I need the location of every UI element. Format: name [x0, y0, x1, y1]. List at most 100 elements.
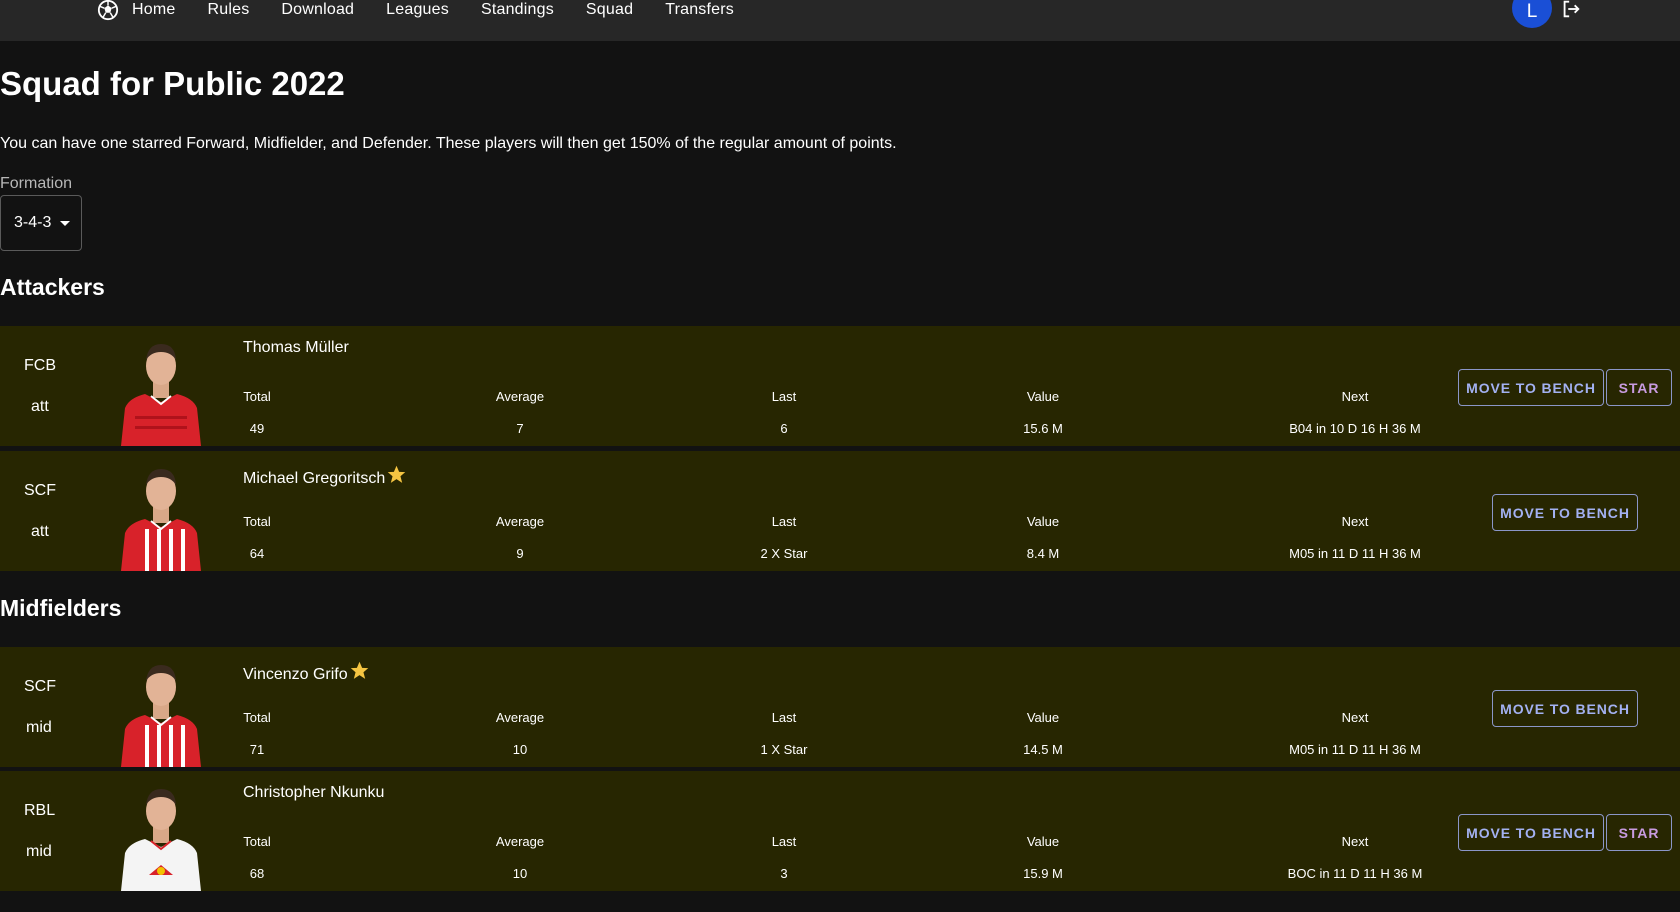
nav-transfers[interactable]: Transfers — [665, 1, 734, 19]
star-button[interactable]: STAR — [1606, 814, 1672, 851]
position-code: mid — [26, 719, 52, 736]
stat-value: 64 — [249, 546, 265, 561]
stat-value: M05 in 11 D 11 H 36 M — [1289, 742, 1421, 757]
stat-label: Last — [771, 834, 797, 849]
stat-label: Average — [495, 514, 545, 529]
position-code: mid — [26, 843, 52, 860]
player-name: Christopher Nkunku — [243, 784, 385, 801]
move-to-bench-button[interactable]: MOVE TO BENCH — [1492, 690, 1638, 727]
formation-value: 3-4-3 — [14, 214, 52, 231]
player-name: Michael Gregoritsch — [243, 464, 407, 488]
stat-value: 15.6 M — [1023, 421, 1063, 436]
position-code: att — [31, 523, 49, 540]
stat-value: M05 in 11 D 11 H 36 M — [1289, 546, 1421, 561]
stat-value: Value 15.9 M — [943, 834, 1143, 881]
stat-next: Next B04 in 10 D 16 H 36 M — [1255, 389, 1455, 436]
stat-last: Last 6 — [684, 389, 884, 436]
stat-total: Total 68 — [157, 834, 357, 881]
stat-label: Total — [243, 834, 271, 849]
section-heading: Midfielders — [0, 595, 122, 621]
stat-last: Last 2 X Star — [684, 514, 884, 561]
stat-label: Total — [243, 514, 271, 529]
nav-standings[interactable]: Standings — [481, 1, 554, 19]
stat-last: Last 3 — [684, 834, 884, 881]
nav-leagues[interactable]: Leagues — [386, 1, 449, 19]
stat-label: Last — [771, 710, 797, 725]
formation-select[interactable]: 3-4-3 — [0, 195, 82, 251]
nav-home[interactable]: Home — [132, 1, 175, 19]
stat-next: Next M05 in 11 D 11 H 36 M — [1255, 710, 1455, 757]
stat-average: Average 7 — [420, 389, 620, 436]
page-title: Squad for Public 2022 — [0, 65, 345, 102]
stat-average: Average 10 — [420, 710, 620, 757]
stat-label: Total — [243, 389, 271, 404]
formation-label: Formation — [0, 175, 73, 192]
move-to-bench-button[interactable]: MOVE TO BENCH — [1492, 494, 1638, 531]
stat-value: Value 8.4 M — [943, 514, 1143, 561]
stat-value: 68 — [249, 866, 265, 881]
stat-value: 7 — [516, 421, 524, 436]
stat-value: 8.4 M — [1026, 546, 1060, 561]
stat-label: Average — [495, 389, 545, 404]
stat-value: 6 — [780, 421, 788, 436]
stat-label: Next — [1341, 514, 1369, 529]
top-app-bar: Home Rules Download Leagues Standings Sq… — [0, 0, 1680, 41]
stat-total: Total 71 — [157, 710, 357, 757]
main-nav: Home Rules Download Leagues Standings Sq… — [97, 0, 766, 21]
star-button[interactable]: STAR — [1606, 369, 1672, 406]
stat-label: Value — [1026, 389, 1060, 404]
player-row: SCF att Michael Gregoritsch Total 64 Average 9… — [0, 451, 1680, 571]
stat-value: Value 15.6 M — [943, 389, 1143, 436]
stat-label: Last — [771, 514, 797, 529]
player-name: Vincenzo Grifo — [243, 660, 370, 684]
page-description: You can have one starred Forward, Midfie… — [0, 135, 897, 152]
stat-value: Value 14.5 M — [943, 710, 1143, 757]
star-icon — [388, 465, 406, 483]
club-code: RBL — [24, 802, 56, 819]
stat-value: 2 X Star — [760, 546, 808, 561]
nav-download[interactable]: Download — [281, 1, 354, 19]
club-code: SCF — [24, 482, 56, 499]
stat-next: Next BOC in 11 D 11 H 36 M — [1255, 834, 1455, 881]
soccer-ball-icon[interactable] — [97, 0, 119, 21]
stat-label: Average — [495, 834, 545, 849]
position-code: att — [31, 398, 49, 415]
stat-value: 9 — [516, 546, 524, 561]
stat-label: Value — [1026, 514, 1060, 529]
stat-average: Average 9 — [420, 514, 620, 561]
avatar[interactable]: L — [1512, 0, 1552, 28]
nav-squad[interactable]: Squad — [586, 1, 633, 19]
stat-value: 71 — [249, 742, 265, 757]
stat-next: Next M05 in 11 D 11 H 36 M — [1255, 514, 1455, 561]
move-to-bench-button[interactable]: MOVE TO BENCH — [1458, 814, 1604, 851]
stat-label: Value — [1026, 834, 1060, 849]
star-icon — [350, 661, 368, 679]
player-row: RBL mid Christopher Nkunku Total 68 Average 10… — [0, 771, 1680, 891]
stat-total: Total 49 — [157, 389, 357, 436]
stat-value: 1 X Star — [760, 742, 808, 757]
logout-icon[interactable] — [1560, 0, 1582, 20]
stat-average: Average 10 — [420, 834, 620, 881]
stat-last: Last 1 X Star — [684, 710, 884, 757]
stat-label: Total — [243, 710, 271, 725]
stat-label: Last — [771, 389, 797, 404]
stat-label: Average — [495, 710, 545, 725]
section-heading: Attackers — [0, 274, 105, 300]
stat-value: 15.9 M — [1023, 866, 1063, 881]
club-code: FCB — [24, 357, 56, 374]
stat-value: 10 — [512, 742, 528, 757]
stat-value: 3 — [780, 866, 788, 881]
stat-label: Next — [1341, 389, 1369, 404]
stat-value: 14.5 M — [1023, 742, 1063, 757]
player-name: Thomas Müller — [243, 339, 349, 356]
stat-value: 49 — [249, 421, 265, 436]
club-code: SCF — [24, 678, 56, 695]
stat-value: BOC in 11 D 11 H 36 M — [1287, 866, 1423, 881]
player-row: FCB att Thomas Müller Total 49 Average 7 Last 6 V… — [0, 326, 1680, 446]
move-to-bench-button[interactable]: MOVE TO BENCH — [1458, 369, 1604, 406]
nav-rules[interactable]: Rules — [207, 1, 249, 19]
stat-label: Next — [1341, 710, 1369, 725]
stat-label: Next — [1341, 834, 1369, 849]
chevron-down-icon — [60, 220, 71, 226]
stat-label: Value — [1026, 710, 1060, 725]
